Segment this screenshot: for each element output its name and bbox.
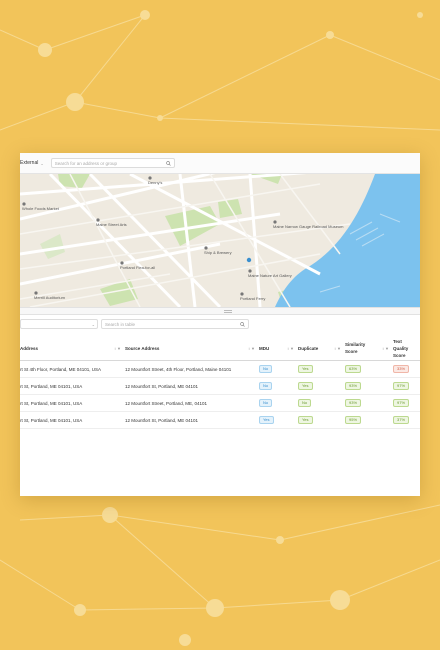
filter-icon[interactable]: ▼: [337, 346, 341, 351]
filter-icon[interactable]: ▼: [251, 346, 255, 351]
address-cell: rt St 4th Floor, Portland, ME 04101, USA: [20, 360, 125, 378]
chevron-down-icon: ⌄: [91, 321, 95, 327]
similarity-score-badge: 93%: [345, 382, 362, 390]
source-address-cell: 12 Mountfort St, Portland, ME 04101: [125, 411, 259, 429]
table-row[interactable]: rt St, Portland, ME 04101, USA 12 Mountfo…: [20, 394, 420, 412]
address-cell: rt St, Portland, ME 04101, USA: [20, 394, 125, 412]
text-quality-score-badge: 97%: [393, 382, 410, 390]
text-quality-score-cell: 97%: [393, 394, 420, 412]
sort-icon[interactable]: ↕: [287, 346, 289, 351]
table-row[interactable]: rt St, Portland, ME 04101, USA 12 Mountfo…: [20, 411, 420, 429]
similarity-score-badge: 93%: [345, 399, 362, 407]
chevron-down-icon: ⌄: [40, 160, 44, 166]
poi-maine-narrow-gauge[interactable]: Maine Narrow Gauge Railroad Museum: [273, 220, 343, 230]
text-quality-score-badge: 33%: [393, 365, 410, 373]
mdu-cell: No: [259, 377, 298, 395]
mdu-badge: No: [259, 382, 273, 390]
text-quality-score-cell: 33%: [393, 360, 420, 378]
duplicate-badge: Yes: [298, 365, 313, 373]
table-filter-bar: ⌄ Search in table: [20, 316, 420, 332]
sort-icon[interactable]: ↕: [114, 346, 116, 351]
sort-icon[interactable]: ↕: [248, 346, 250, 351]
address-text: rt St, Portland, ME 04101, USA: [20, 400, 83, 406]
mdu-cell: Yes: [259, 411, 298, 429]
table-row[interactable]: rt St 4th Floor, Portland, ME 04101, USA…: [20, 360, 420, 378]
poi-merrill[interactable]: Merrill Auditorium: [34, 291, 65, 301]
address-text: rt St 4th Floor, Portland, ME 04101, USA: [20, 366, 102, 372]
sort-icon[interactable]: ↕: [382, 346, 384, 351]
search-icon: [165, 160, 171, 166]
table-body: rt St 4th Floor, Portland, ME 04101, USA…: [20, 360, 420, 429]
text-quality-score-badge: 97%: [393, 399, 410, 407]
poi-portland-flea[interactable]: Portland Flea-for-all: [120, 261, 155, 271]
column-header-text-quality-score[interactable]: Text Quality Score: [393, 336, 420, 361]
address-search-input[interactable]: Search for an address or group: [50, 158, 175, 168]
poi-portland-ferry[interactable]: Portland Ferry: [240, 292, 265, 302]
mdu-badge: Yes: [259, 416, 274, 424]
source-address-text: 12 Mountfort Street, 4th Floor, Portland…: [125, 366, 232, 372]
source-dropdown-value: External: [20, 160, 39, 166]
duplicate-cell: Yes: [298, 377, 345, 395]
table-search-placeholder: Search in table: [105, 321, 136, 327]
mdu-cell: No: [259, 394, 298, 412]
top-toolbar: External ⌄ Search for an address or grou…: [20, 153, 420, 174]
filter-icon[interactable]: ▼: [117, 346, 121, 351]
table-search-input[interactable]: Search in table: [101, 319, 249, 329]
grip-icon: [224, 310, 232, 313]
similarity-score-cell: 95%: [345, 411, 393, 429]
source-address-text: 12 Mountfort Street, Portland, ME, 04101: [125, 400, 208, 406]
mdu-badge: No: [259, 399, 273, 407]
poi-ship-rock[interactable]: Ship & Brewery: [204, 246, 232, 256]
column-header-similarity-score[interactable]: Similarity Score ↕ ▼: [345, 336, 393, 361]
sort-icon[interactable]: ↕: [334, 346, 336, 351]
duplicate-cell: No: [298, 394, 345, 412]
similarity-score-cell: 93%: [345, 394, 393, 412]
mdu-badge: No: [259, 365, 273, 373]
table-header-row: Address ↕ ▼ Source Address ↕ ▼ MDU ↕ ▼ Duplica…: [20, 336, 420, 361]
address-cell: rt St, Portland, ME 04101, USA: [20, 377, 125, 395]
app-window: External ⌄ Search for an address or grou…: [20, 153, 420, 496]
address-text: rt St, Portland, ME 04101, USA: [20, 383, 83, 389]
duplicate-badge: No: [298, 399, 312, 407]
filter-dropdown[interactable]: ⌄: [20, 319, 98, 329]
source-address-cell: 12 Mountfort St, Portland, ME 04101: [125, 377, 259, 395]
filter-icon[interactable]: ▼: [290, 346, 294, 351]
address-search-placeholder: Search for an address or group: [54, 160, 117, 166]
duplicate-cell: Yes: [298, 360, 345, 378]
duplicate-cell: Yes: [298, 411, 345, 429]
source-address-text: 12 Mountfort St, Portland, ME 04101: [125, 417, 199, 423]
text-quality-score-badge: 37%: [393, 416, 410, 424]
poi-maine-street-arts[interactable]: Maine Street Arts: [96, 218, 127, 228]
poi-dennys[interactable]: Denny's: [148, 176, 162, 186]
address-cell: rt St, Portland, ME 04101, USA: [20, 411, 125, 429]
address-table: Address ↕ ▼ Source Address ↕ ▼ MDU ↕ ▼ Duplica…: [20, 336, 420, 429]
map-canvas: [20, 174, 420, 307]
poi-whole-foods[interactable]: Whole Foods Market: [22, 202, 59, 212]
column-header-mdu[interactable]: MDU ↕ ▼: [259, 336, 298, 361]
similarity-score-badge: 63%: [345, 365, 362, 373]
resize-handle[interactable]: [20, 307, 420, 315]
text-quality-score-cell: 37%: [393, 411, 420, 429]
duplicate-badge: Yes: [298, 416, 313, 424]
similarity-score-cell: 93%: [345, 377, 393, 395]
search-icon: [240, 321, 245, 327]
poi-maine-nature[interactable]: Maine Nature Art Gallery: [248, 269, 292, 279]
duplicate-badge: Yes: [298, 382, 313, 390]
source-address-cell: 12 Mountfort Street, 4th Floor, Portland…: [125, 360, 259, 378]
column-header-source-address[interactable]: Source Address ↕ ▼: [125, 336, 259, 361]
map-view[interactable]: Denny's Whole Foods Market Maine Street …: [20, 174, 420, 307]
similarity-score-cell: 63%: [345, 360, 393, 378]
mdu-cell: No: [259, 360, 298, 378]
table-row[interactable]: rt St, Portland, ME 04101, USA 12 Mountfo…: [20, 377, 420, 395]
source-address-text: 12 Mountfort St, Portland, ME 04101: [125, 383, 199, 389]
column-header-duplicate[interactable]: Duplicate ↕ ▼: [298, 336, 345, 361]
text-quality-score-cell: 97%: [393, 377, 420, 395]
filter-icon[interactable]: ▼: [385, 346, 389, 351]
similarity-score-badge: 95%: [345, 416, 362, 424]
source-address-cell: 12 Mountfort Street, Portland, ME, 04101: [125, 394, 259, 412]
source-dropdown[interactable]: External ⌄: [20, 160, 47, 166]
column-header-address[interactable]: Address ↕ ▼: [20, 336, 125, 361]
address-text: rt St, Portland, ME 04101, USA: [20, 417, 83, 423]
